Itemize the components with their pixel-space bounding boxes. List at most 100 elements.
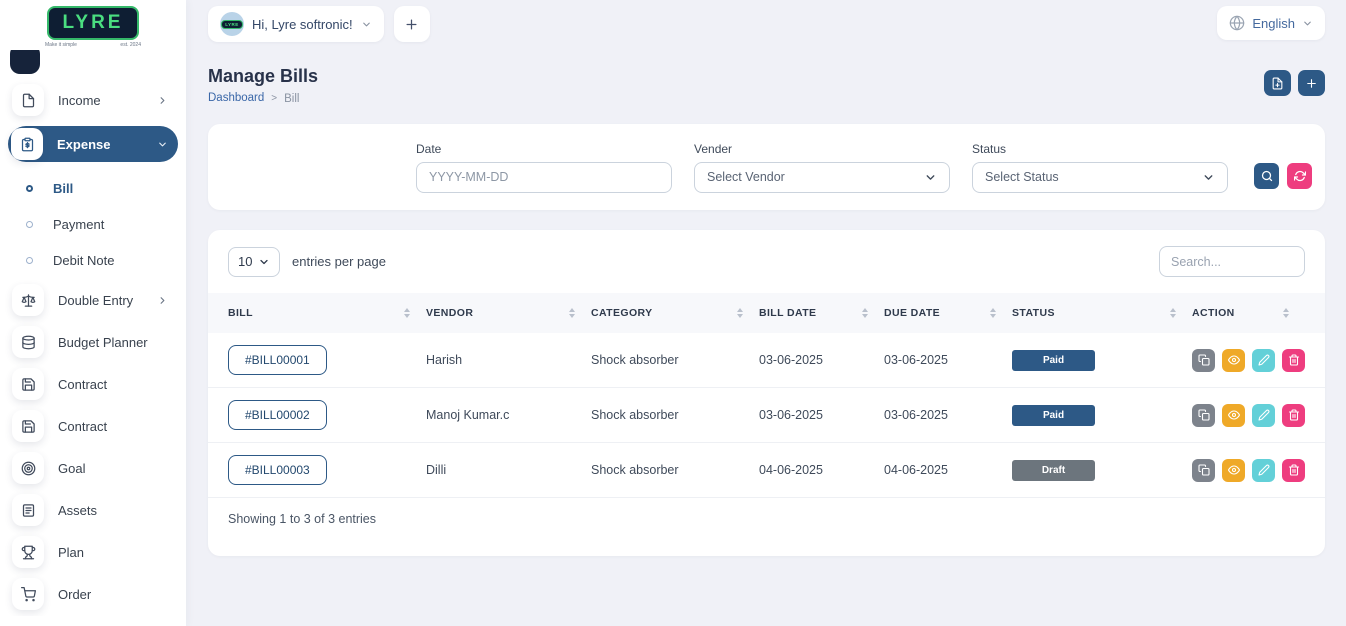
sort-icon[interactable] (862, 308, 868, 318)
status-badge: Draft (1012, 460, 1095, 481)
list-icon (12, 494, 44, 526)
bill-date-cell: 04-06-2025 (759, 463, 884, 477)
delete-button[interactable] (1282, 349, 1305, 372)
file-icon (12, 84, 44, 116)
vendor-select[interactable]: Select Vendor (694, 162, 950, 193)
bill-number-button[interactable]: #BILL00003 (228, 455, 327, 485)
table-header-row: BILL VENDOR CATEGORY BILL DATE DUE DATE … (208, 293, 1325, 333)
eye-icon (1228, 354, 1240, 366)
sort-icon[interactable] (1283, 308, 1289, 318)
bullet-icon (26, 185, 33, 192)
sidebar-item-income[interactable]: Income (8, 84, 178, 116)
page-size-select[interactable]: 10 (228, 247, 280, 277)
column-header-category[interactable]: CATEGORY (591, 307, 759, 319)
chevron-down-icon (924, 171, 937, 184)
duplicate-button[interactable] (1192, 349, 1215, 372)
copy-icon (1198, 464, 1210, 476)
column-header-bill[interactable]: BILL (228, 307, 426, 319)
export-bills-button[interactable] (1264, 70, 1291, 96)
trophy-icon (12, 536, 44, 568)
sidebar-subitem-debit-note[interactable]: Debit Note (8, 242, 178, 278)
duplicate-button[interactable] (1192, 404, 1215, 427)
scale-icon (12, 284, 44, 316)
partial-menu-item-icon[interactable] (10, 50, 40, 74)
due-date-cell: 03-06-2025 (884, 353, 1012, 367)
sort-icon[interactable] (569, 308, 575, 318)
sidebar-item-budget-planner[interactable]: Budget Planner (8, 326, 178, 358)
sidebar-subitem-bill[interactable]: Bill (8, 170, 178, 206)
status-label: Status (972, 142, 1228, 156)
edit-button[interactable] (1252, 404, 1275, 427)
save-icon (12, 410, 44, 442)
bill-number-button[interactable]: #BILL00002 (228, 400, 327, 430)
sidebar-item-expense[interactable]: Expense (8, 126, 178, 162)
breadcrumb-dashboard-link[interactable]: Dashboard (208, 92, 264, 105)
greeting-text: Hi, Lyre softronic! (252, 17, 353, 32)
table-row: #BILL00001 Harish Shock absorber 03-06-2… (208, 333, 1325, 388)
bill-date-cell: 03-06-2025 (759, 408, 884, 422)
sidebar-item-assets[interactable]: Assets (8, 494, 178, 526)
database-icon (12, 326, 44, 358)
date-input[interactable] (429, 170, 659, 184)
vendor-label: Vender (694, 142, 950, 156)
category-cell: Shock absorber (591, 463, 759, 477)
column-header-bill-date[interactable]: BILL DATE (759, 307, 884, 319)
sort-icon[interactable] (737, 308, 743, 318)
sidebar-item-plan[interactable]: Plan (8, 536, 178, 568)
sidebar-subitem-payment[interactable]: Payment (8, 206, 178, 242)
sidebar-item-double-entry[interactable]: Double Entry (8, 284, 178, 316)
column-header-action[interactable]: ACTION (1192, 307, 1305, 319)
sort-icon[interactable] (990, 308, 996, 318)
save-icon (12, 368, 44, 400)
view-button[interactable] (1222, 404, 1245, 427)
edit-button[interactable] (1252, 349, 1275, 372)
search-icon (1261, 170, 1273, 182)
status-select[interactable]: Select Status (972, 162, 1228, 193)
language-selector[interactable]: English (1217, 6, 1325, 40)
bullet-icon (26, 257, 33, 264)
delete-button[interactable] (1282, 459, 1305, 482)
language-label: English (1252, 16, 1295, 31)
app-logo[interactable]: LYRE Make it simple est. 2024 (0, 0, 186, 50)
reset-filter-button[interactable] (1287, 163, 1312, 189)
create-bill-button[interactable] (1298, 70, 1325, 96)
copy-icon (1198, 354, 1210, 366)
plus-icon (404, 17, 419, 32)
sidebar-item-contract[interactable]: Contract (8, 368, 178, 400)
view-button[interactable] (1222, 349, 1245, 372)
search-input[interactable] (1171, 255, 1293, 269)
sort-icon[interactable] (1170, 308, 1176, 318)
table-row: #BILL00002 Manoj Kumar.c Shock absorber … (208, 388, 1325, 443)
chevron-right-icon (157, 95, 168, 106)
sidebar-item-goal[interactable]: Goal (8, 452, 178, 484)
edit-icon (1258, 354, 1270, 366)
edit-button[interactable] (1252, 459, 1275, 482)
table-row: #BILL00003 Dilli Shock absorber 04-06-20… (208, 443, 1325, 498)
trash-icon (1288, 409, 1300, 421)
sidebar-item-contract-2[interactable]: Contract (8, 410, 178, 442)
sidebar: LYRE Make it simple est. 2024 Income Exp… (0, 0, 186, 626)
apply-filter-button[interactable] (1254, 163, 1279, 189)
breadcrumb-separator: > (271, 93, 277, 104)
bill-number-button[interactable]: #BILL00001 (228, 345, 327, 375)
due-date-cell: 04-06-2025 (884, 463, 1012, 477)
column-header-vendor[interactable]: VENDOR (426, 307, 591, 319)
user-menu[interactable]: LYRE Hi, Lyre softronic! (208, 6, 384, 42)
target-icon (12, 452, 44, 484)
table-summary: Showing 1 to 3 of 3 entries (208, 498, 1325, 526)
column-header-due-date[interactable]: DUE DATE (884, 307, 1012, 319)
column-header-status[interactable]: STATUS (1012, 307, 1192, 319)
view-button[interactable] (1222, 459, 1245, 482)
page-header: Manage Bills Dashboard > Bill (208, 66, 1325, 110)
chevron-down-icon (1302, 18, 1313, 29)
file-plus-icon (1271, 77, 1284, 90)
trash-icon (1288, 464, 1300, 476)
sidebar-item-label: Expense (57, 137, 157, 152)
quick-add-button[interactable] (394, 6, 430, 42)
eye-icon (1228, 409, 1240, 421)
sort-icon[interactable] (404, 308, 410, 318)
status-badge: Paid (1012, 405, 1095, 426)
duplicate-button[interactable] (1192, 459, 1215, 482)
delete-button[interactable] (1282, 404, 1305, 427)
sidebar-item-order[interactable]: Order (8, 578, 178, 610)
